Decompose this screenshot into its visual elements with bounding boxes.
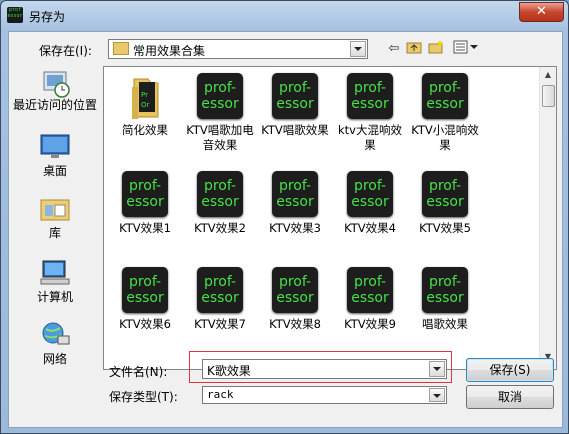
save-in-label: 保存在(I):: [39, 44, 92, 58]
places-bar: 最近访问的位置 桌面 库 计算机 网络: [9, 66, 99, 368]
file-name: KTV效果7: [194, 317, 246, 331]
computer-icon: [38, 258, 72, 288]
file-item[interactable]: prof-essor KTV效果7: [183, 267, 257, 332]
place-desktop[interactable]: 桌面: [13, 132, 97, 179]
filename-highlight-box: [189, 351, 452, 383]
file-name: KTV效果6: [119, 317, 171, 331]
file-item[interactable]: prof-essor KTV唱歌加电音效果: [183, 73, 257, 153]
place-label: 库: [48, 226, 61, 240]
place-label: 计算机: [36, 290, 73, 304]
file-name: KTV唱歌效果: [261, 123, 329, 137]
professor-file-icon: prof-essor: [197, 267, 243, 313]
filetype-dropdown[interactable]: rack: [202, 386, 447, 404]
window-title: 另存为: [29, 10, 66, 24]
file-name: KTV效果1: [119, 221, 171, 235]
close-button[interactable]: ✕: [519, 2, 564, 22]
svg-text:Pr: Pr: [141, 91, 148, 99]
file-item[interactable]: prof-essor KTV效果2: [183, 171, 257, 236]
file-item[interactable]: prof-essor KTV效果3: [258, 171, 332, 236]
save-in-dropdown[interactable]: 常用效果合集: [108, 39, 368, 59]
file-item[interactable]: prof-essor KTV效果4: [333, 171, 407, 236]
professor-file-icon: prof-essor: [272, 267, 318, 313]
place-computer[interactable]: 计算机: [13, 258, 97, 305]
chevron-down-icon[interactable]: [429, 388, 445, 402]
desktop-icon: [38, 132, 72, 162]
file-name: KTV小混响效果: [411, 123, 479, 152]
back-arrow-icon[interactable]: ⇦: [385, 40, 403, 58]
scrollbar-thumb[interactable]: [542, 85, 555, 107]
recent-places-icon: [38, 68, 72, 98]
file-item[interactable]: prof-essor ktv大混响效果: [333, 73, 407, 153]
file-item[interactable]: prof-essor KTV唱歌效果: [258, 73, 332, 138]
professor-file-icon: prof-essor: [272, 73, 318, 119]
file-name: KTV效果5: [419, 221, 471, 235]
file-item[interactable]: prof-essor KTV效果5: [408, 171, 482, 236]
save-as-dialog: prof essor 另存为 ✕ 保存在(I): 常用效果合集 ⇦ 最近访问的位…: [0, 0, 569, 434]
professor-file-icon: prof-essor: [347, 73, 393, 119]
folder-item[interactable]: Pr Or 简化效果: [108, 73, 182, 138]
folder-icon: Pr Or: [122, 73, 168, 119]
professor-file-icon: prof-essor: [347, 267, 393, 313]
file-item[interactable]: prof-essor KTV效果8: [258, 267, 332, 332]
file-item[interactable]: prof-essor KTV小混响效果: [408, 73, 482, 153]
folder-icon: [113, 42, 129, 55]
new-folder-icon[interactable]: [427, 40, 445, 58]
svg-text:Or: Or: [141, 101, 150, 109]
file-name: KTV效果4: [344, 221, 396, 235]
place-recent[interactable]: 最近访问的位置: [13, 68, 97, 113]
filename-label: 文件名(N):: [109, 365, 168, 379]
file-name: KTV效果8: [269, 317, 321, 331]
professor-file-icon: prof-essor: [422, 267, 468, 313]
place-label: 桌面: [42, 164, 67, 178]
file-name: 简化效果: [122, 123, 168, 137]
file-item[interactable]: prof-essor KTV效果6: [108, 267, 182, 332]
file-name: 唱歌效果: [422, 317, 468, 331]
file-name: KTV效果9: [344, 317, 396, 331]
save-in-value: 常用效果合集: [133, 44, 206, 58]
place-libraries[interactable]: 库: [13, 194, 97, 241]
professor-file-icon: prof-essor: [197, 73, 243, 119]
file-name: KTV唱歌加电音效果: [186, 123, 254, 152]
place-network[interactable]: 网络: [13, 320, 97, 367]
cancel-button[interactable]: 取消: [466, 385, 554, 409]
filetype-label: 保存类型(T):: [109, 390, 178, 404]
title-bar[interactable]: prof essor 另存为 ✕: [1, 1, 568, 31]
file-name: ktv大混响效果: [338, 123, 402, 152]
professor-file-icon: prof-essor: [122, 267, 168, 313]
file-list-view[interactable]: Pr Or 简化效果 prof-essor KTV唱歌加电音效果 prof-ess…: [103, 66, 557, 370]
professor-file-icon: prof-essor: [272, 171, 318, 217]
save-button[interactable]: 保存(S): [466, 358, 554, 382]
libraries-icon: [38, 194, 72, 224]
network-icon: [38, 320, 72, 350]
vertical-scrollbar[interactable]: ▲ ▼: [539, 67, 556, 367]
professor-app-icon: prof essor: [7, 7, 23, 23]
view-menu-icon[interactable]: [451, 40, 481, 58]
file-name: KTV效果2: [194, 221, 246, 235]
chevron-down-icon[interactable]: [350, 41, 366, 57]
professor-file-icon: prof-essor: [122, 171, 168, 217]
file-item[interactable]: prof-essor KTV效果9: [333, 267, 407, 332]
professor-file-icon: prof-essor: [422, 171, 468, 217]
filetype-value: rack: [207, 388, 234, 401]
place-label: 最近访问的位置: [13, 98, 98, 112]
file-item[interactable]: prof-essor KTV效果1: [108, 171, 182, 236]
professor-file-icon: prof-essor: [422, 73, 468, 119]
place-label: 网络: [42, 352, 67, 366]
file-item[interactable]: prof-essor 唱歌效果: [408, 267, 482, 332]
file-name: KTV效果3: [269, 221, 321, 235]
up-folder-icon[interactable]: [405, 40, 423, 58]
professor-file-icon: prof-essor: [197, 171, 243, 217]
scroll-up-icon[interactable]: ▲: [542, 69, 554, 81]
professor-file-icon: prof-essor: [347, 171, 393, 217]
